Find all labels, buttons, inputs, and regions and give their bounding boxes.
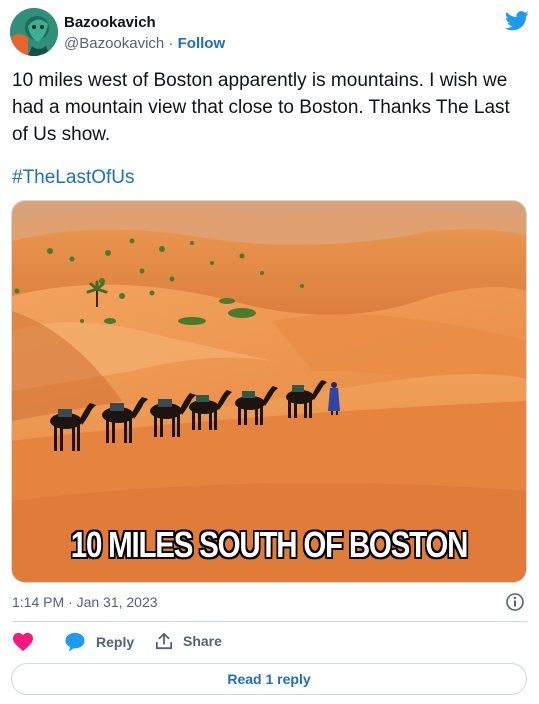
tweet-media-image[interactable]: 10 MILES SOUTH OF BOSTON <box>11 200 527 583</box>
divider <box>12 621 527 622</box>
tweet-header: Bazookavich @Bazookavich · Follow <box>10 8 529 56</box>
tweet-timestamp[interactable]: 1:14 PM · Jan 31, 2023 <box>12 594 158 610</box>
separator-dot: · <box>168 35 174 52</box>
read-replies-button[interactable]: Read 1 reply <box>11 663 527 695</box>
like-button[interactable] <box>12 632 34 652</box>
image-caption: 10 MILES SOUTH OF BOSTON <box>70 524 469 565</box>
info-icon[interactable] <box>505 592 525 612</box>
share-label: Share <box>183 633 222 649</box>
heart-icon <box>12 632 34 652</box>
author-name[interactable]: Bazookavich <box>64 14 156 31</box>
share-button[interactable]: Share <box>155 632 222 650</box>
reply-label: Reply <box>96 634 135 650</box>
reply-button[interactable]: Reply <box>64 632 134 652</box>
share-upload-icon <box>155 632 173 650</box>
twitter-bird-icon[interactable] <box>505 10 529 32</box>
follow-button[interactable]: Follow <box>178 35 226 52</box>
author-handle-row: @Bazookavich · Follow <box>64 35 225 52</box>
author-handle[interactable]: @Bazookavich <box>64 35 164 52</box>
hashtag-link[interactable]: #TheLastOfUs <box>12 164 135 191</box>
speech-bubble-icon <box>64 632 86 652</box>
avatar[interactable] <box>10 8 58 56</box>
tweet-text: 10 miles west of Boston apparently is mo… <box>12 70 510 145</box>
